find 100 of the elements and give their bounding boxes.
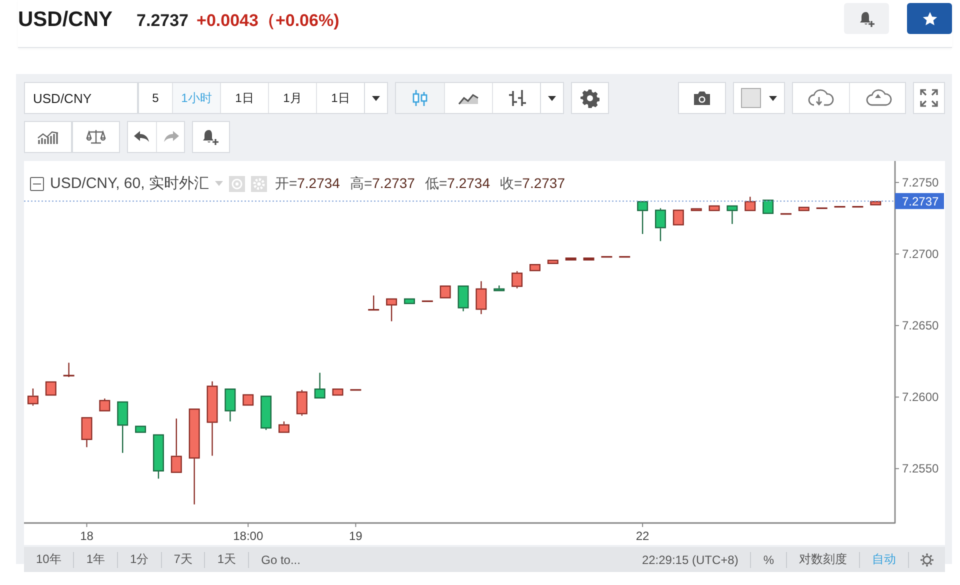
compare-button[interactable]	[72, 121, 120, 153]
candle	[708, 205, 720, 212]
cloud-upload-icon	[864, 88, 892, 108]
camera-icon	[692, 90, 712, 106]
screenshot-button[interactable]	[678, 82, 726, 114]
settings-icon	[580, 88, 600, 108]
ohlc-value: 高=7.2737	[350, 174, 415, 192]
candle	[654, 208, 666, 242]
price-tick-label: 7.2700	[902, 247, 939, 261]
price-tick-label: 7.2550	[902, 462, 939, 476]
candle	[672, 210, 684, 226]
candle	[565, 258, 576, 261]
candle	[332, 388, 344, 396]
ohlc-bars-icon	[506, 89, 526, 107]
price-tick-label: 7.2750	[902, 175, 939, 190]
balance-scale-icon	[86, 129, 106, 145]
symbol-title: USD/CNY	[18, 8, 113, 32]
candle	[99, 398, 110, 412]
candle	[117, 401, 128, 453]
candle	[440, 285, 451, 298]
candle	[314, 372, 326, 399]
favorite-button[interactable]	[907, 3, 952, 34]
candle	[870, 201, 882, 206]
candle	[135, 426, 146, 433]
fullscreen-button[interactable]	[913, 82, 945, 114]
candle	[637, 201, 648, 234]
candle	[512, 271, 523, 288]
ref-line-label: 7.2737	[902, 194, 940, 209]
candle	[63, 362, 74, 378]
settings-button[interactable]	[571, 82, 609, 114]
redo-arrow-icon	[162, 130, 180, 144]
collapse-icon[interactable]	[30, 176, 44, 190]
time-tick-label: 18:00	[233, 529, 264, 543]
candle	[386, 298, 398, 322]
candle	[278, 421, 290, 433]
candle	[224, 388, 236, 422]
candle	[260, 396, 272, 430]
bell-plus-icon	[201, 128, 221, 146]
candle	[45, 381, 56, 396]
chart-style-dropdown-button[interactable]	[541, 82, 564, 114]
candle	[152, 434, 164, 479]
color-picker-button[interactable]	[733, 82, 785, 114]
ohlc-value: 低=7.2734	[424, 174, 490, 192]
candle	[494, 285, 505, 292]
price-tick-label: 7.2600	[902, 390, 939, 404]
range-button[interactable]: 7天	[160, 552, 204, 568]
interval-dropdown-button[interactable]	[365, 82, 388, 114]
time-tick-label: 22	[636, 529, 650, 543]
candle	[852, 206, 864, 208]
time-tick-label: 19	[349, 529, 362, 543]
candle	[583, 258, 594, 261]
candle	[404, 298, 415, 304]
candle	[296, 390, 308, 416]
caret-icon	[548, 96, 556, 100]
price-tick-label: 7.2650	[902, 318, 939, 333]
candle	[422, 300, 433, 302]
symbol-field[interactable]: USD/CNY	[24, 82, 138, 114]
cloud-download-icon	[807, 88, 835, 108]
ohlc-value: 收=7.2737	[500, 174, 565, 192]
price-change: +0.0043（+0.06%)	[196, 10, 340, 32]
range-button[interactable]: 1天	[204, 552, 248, 568]
candle	[242, 394, 254, 406]
clock: 22:29:15 (UTC+8)	[640, 552, 740, 566]
candle	[170, 418, 182, 473]
time-tick-label: 18	[80, 529, 94, 543]
candle	[27, 388, 38, 406]
candle	[834, 206, 846, 208]
candle	[726, 205, 738, 224]
candle	[458, 285, 469, 312]
candle	[816, 207, 828, 210]
fullscreen-icon	[920, 89, 938, 107]
range-button[interactable]: Go to...	[248, 552, 312, 568]
star-icon	[922, 10, 938, 26]
add-alert-button[interactable]	[192, 121, 230, 153]
candle	[547, 260, 558, 264]
color-swatch	[741, 88, 761, 108]
ohlc-value: 开=7.2734	[274, 174, 340, 192]
add-alert-button[interactable]	[844, 3, 889, 34]
price-label: 7.2737	[895, 193, 944, 210]
settings-icon	[919, 552, 935, 568]
candle	[798, 206, 810, 212]
candle	[690, 208, 702, 212]
candlestick-icon	[411, 89, 429, 107]
candle	[529, 264, 540, 272]
candle	[476, 281, 487, 314]
price: 7.2737	[136, 10, 189, 30]
scale-option-button[interactable]: %	[750, 552, 786, 568]
bell-plus-icon	[858, 10, 876, 28]
indicators-button[interactable]	[24, 121, 72, 153]
caret-icon	[769, 96, 777, 100]
candle	[744, 196, 756, 212]
range-button[interactable]: 1分	[117, 552, 161, 568]
range-button[interactable]: 10年	[24, 552, 74, 568]
undo-arrow-icon	[133, 130, 151, 144]
indicators-icon	[37, 129, 59, 145]
candle	[81, 417, 92, 448]
range-button[interactable]: 1年	[73, 552, 118, 568]
scale-option-button[interactable]: 对数刻度	[786, 552, 859, 568]
caret-icon	[372, 96, 380, 100]
candle	[762, 200, 774, 214]
